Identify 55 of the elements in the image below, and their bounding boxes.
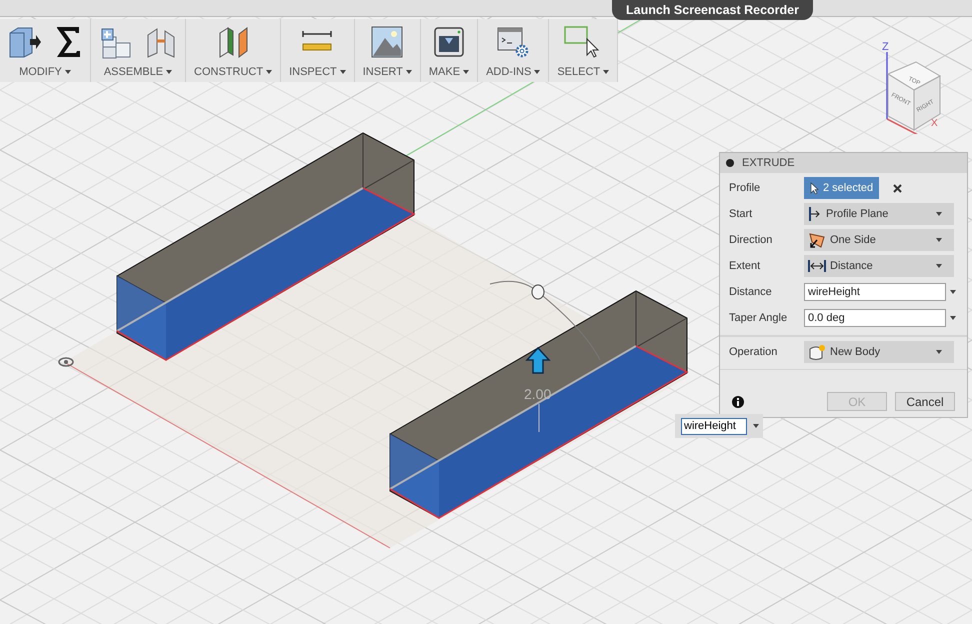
distance-icon (808, 258, 826, 274)
sigma-icon[interactable] (54, 25, 82, 59)
toolbar-menu[interactable]: MAKE (428, 66, 470, 78)
toolbar-menu[interactable]: SELECT (557, 66, 610, 78)
x-axis-label: X (931, 118, 938, 129)
field-label: Profile (729, 182, 762, 194)
toolbar-menu[interactable]: INSERT (362, 66, 412, 78)
origin-point-icon (58, 357, 74, 367)
script-gear-icon[interactable] (496, 25, 530, 59)
caret-icon (340, 70, 346, 74)
dropdown[interactable]: Profile Plane (804, 203, 954, 225)
field-label: Distance (729, 286, 773, 298)
dimension-label: 2.00 (524, 386, 552, 402)
image-icon[interactable] (371, 26, 404, 58)
field-label: Operation (729, 346, 778, 358)
start-plane-icon (808, 206, 822, 222)
dropdown[interactable]: Distance (804, 255, 954, 277)
field-label: Direction (729, 234, 774, 246)
caret-icon (753, 424, 759, 428)
toolbar-menu[interactable]: ASSEMBLE (104, 66, 172, 78)
caret-icon (603, 70, 610, 74)
dropdown[interactable]: One Side (804, 229, 954, 251)
push-pull-icon[interactable] (8, 25, 42, 59)
toolbar-menu[interactable]: ADD-INS (486, 66, 540, 78)
collapse-icon[interactable] (726, 159, 734, 167)
direction-icon (808, 232, 826, 248)
caret-icon (950, 316, 956, 320)
field-label: Extent (729, 260, 762, 272)
joint-icon[interactable] (145, 25, 177, 59)
caret-icon (950, 290, 956, 294)
toolbar-menu[interactable]: INSPECT (289, 66, 346, 78)
input-field[interactable]: 0.0 deg (804, 309, 946, 327)
dialog-button[interactable]: Cancel (895, 392, 955, 411)
info-icon[interactable] (732, 396, 744, 408)
field-label: Start (729, 208, 754, 220)
caret-icon (64, 70, 71, 74)
toolbar-menu[interactable]: CONSTRUCT (194, 66, 272, 78)
distance-input-field[interactable]: wireHeight (675, 414, 763, 438)
printer-icon[interactable] (432, 26, 465, 58)
screencast-tooltip: Launch Screencast Recorder (612, 0, 813, 20)
toolbar-menu[interactable]: MODIFY (19, 66, 71, 78)
z-axis-label: Z (882, 41, 889, 53)
field-label: Taper Angle (729, 312, 788, 324)
dropdown[interactable]: New Body (804, 341, 954, 363)
caret-icon (406, 70, 412, 74)
input-field[interactable]: wireHeight (804, 283, 946, 301)
caret-icon (266, 70, 272, 74)
new-body-icon (808, 344, 826, 360)
caret-icon (463, 70, 470, 74)
cursor-icon (810, 182, 819, 194)
caret-icon (534, 70, 540, 74)
panel-title: EXTRUDE (742, 157, 795, 169)
caret-icon (166, 70, 172, 74)
selection-button[interactable]: 2 selected (804, 177, 880, 199)
z-axis (886, 52, 888, 119)
